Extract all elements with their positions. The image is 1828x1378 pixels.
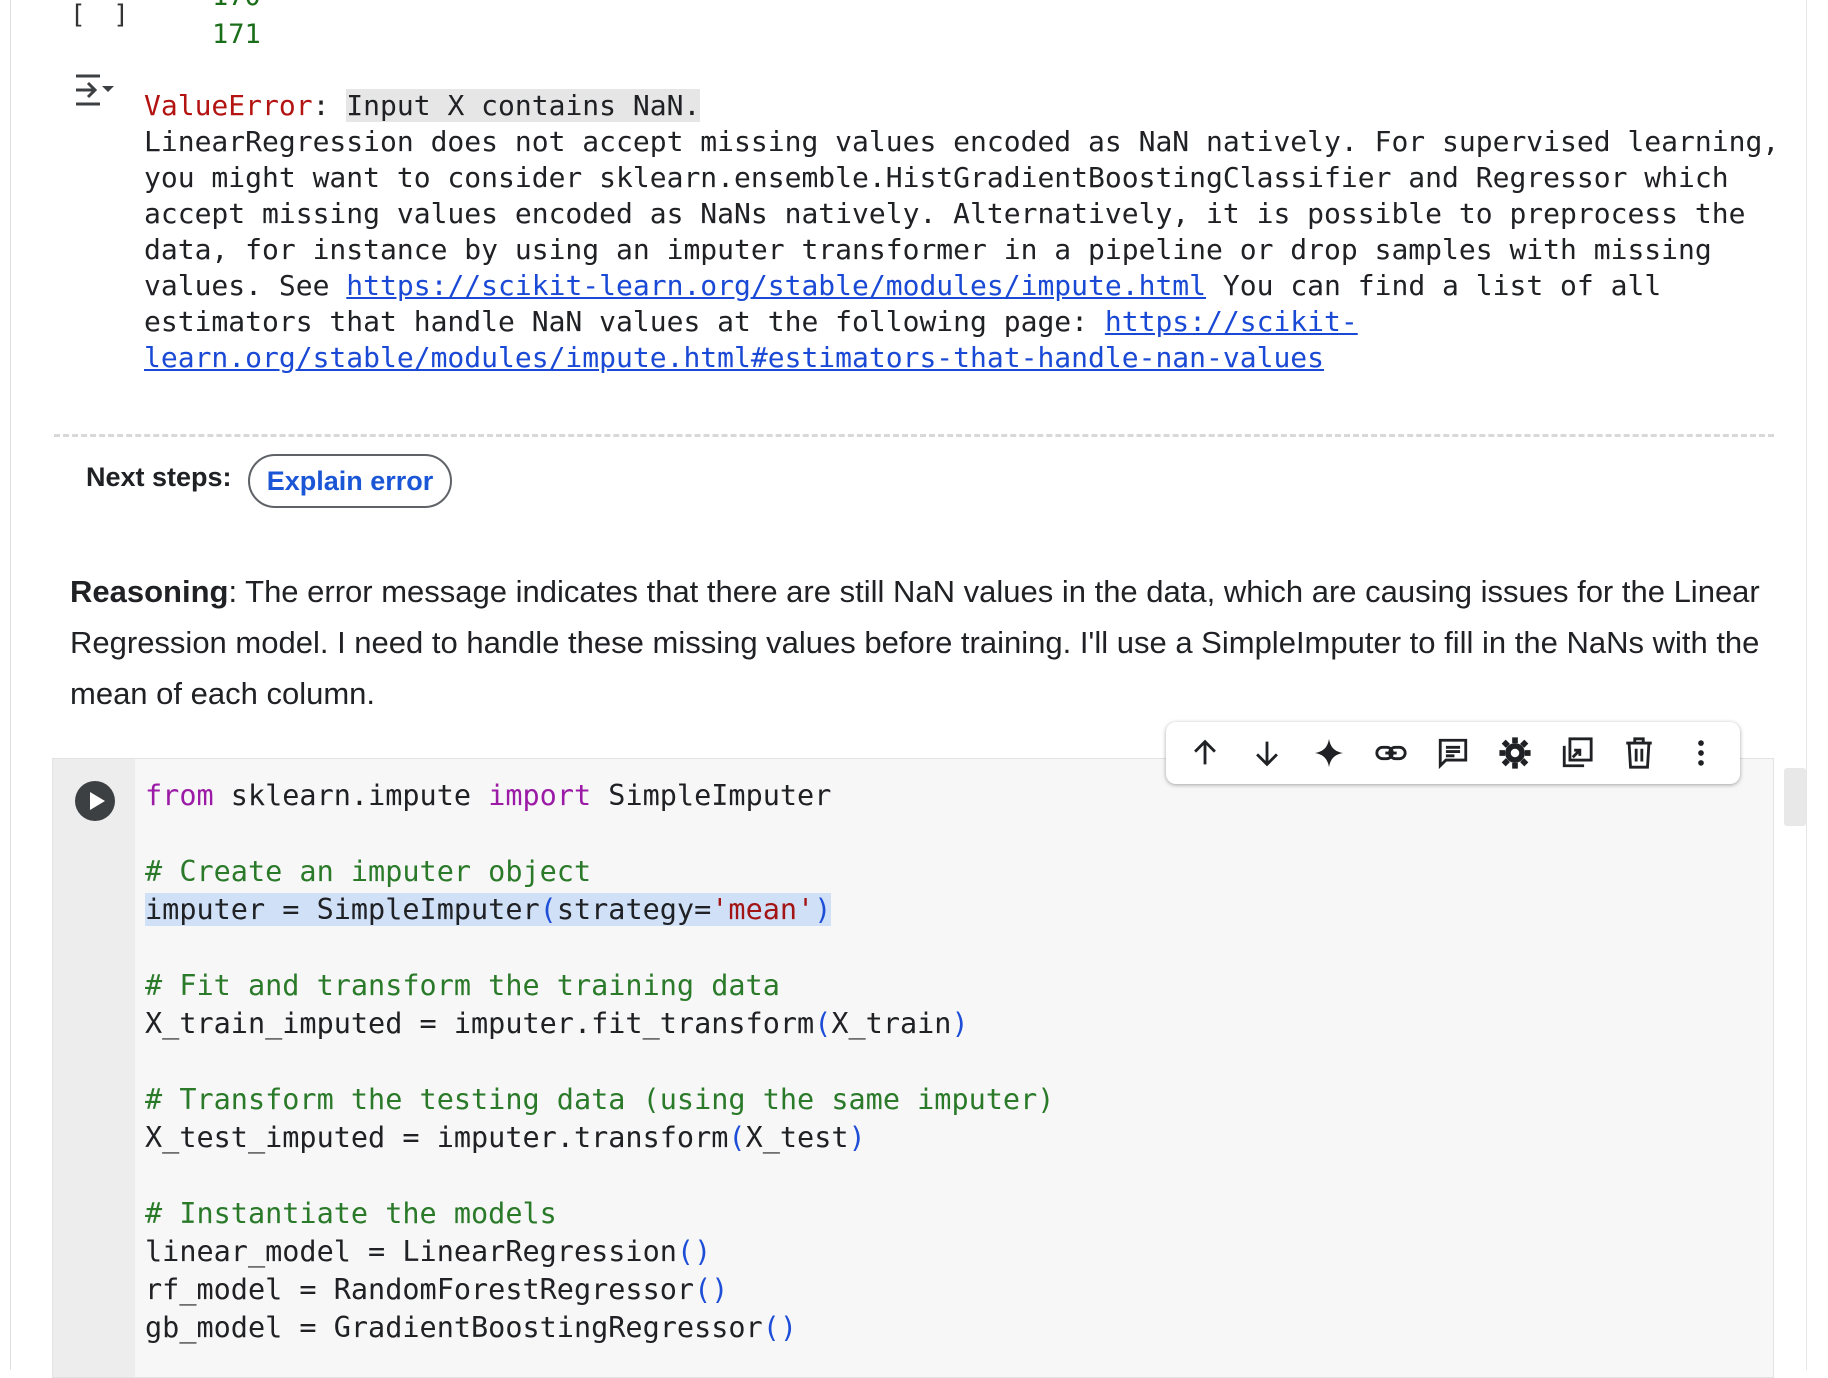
page-left-border	[10, 0, 11, 1370]
reasoning-body: : The error message indicates that there…	[70, 574, 1760, 711]
reasoning-text-cell: Reasoning: The error message indicates t…	[70, 566, 1760, 719]
mirror-cell-icon[interactable]	[1559, 735, 1595, 771]
code-comment: # Instantiate the models	[145, 1197, 557, 1230]
code-comment: # Create an imputer object	[145, 855, 592, 888]
code-editor[interactable]: from sklearn.impute import SimpleImputer…	[145, 777, 1054, 1347]
output-line: 171	[212, 19, 261, 50]
run-cell-button[interactable]	[75, 781, 115, 821]
gear-icon[interactable]	[1497, 735, 1533, 771]
code-line: X_test_imputed = imputer.transform(X_tes…	[145, 1121, 866, 1154]
output-actions-icon[interactable]	[72, 70, 116, 110]
code-line: rf_model = RandomForestRegressor()	[145, 1273, 729, 1306]
previous-cell-output: 170 171	[212, 0, 261, 54]
output-line: 170	[212, 0, 261, 16]
scrollbar-thumb[interactable]	[1784, 768, 1806, 826]
code-line: X_train_imputed = imputer.fit_transform(…	[145, 1007, 969, 1040]
reasoning-label: Reasoning	[70, 574, 229, 609]
gemini-sparkle-icon[interactable]	[1311, 735, 1347, 771]
code-line: linear_model = LinearRegression()	[145, 1235, 712, 1268]
output-divider	[54, 434, 1774, 437]
next-steps-label: Next steps:	[86, 462, 232, 492]
scrollbar-track[interactable]	[1806, 0, 1807, 1370]
code-cell-gutter	[53, 759, 135, 1377]
arrow-up-icon[interactable]	[1187, 735, 1223, 771]
error-message: Input X contains NaN.	[346, 89, 701, 122]
code-line: from sklearn.impute import SimpleImputer	[145, 779, 832, 812]
link-icon[interactable]	[1373, 735, 1409, 771]
code-line: gb_model = GradientBoostingRegressor()	[145, 1311, 798, 1344]
impute-docs-link[interactable]: https://scikit-learn.org/stable/modules/…	[346, 269, 1206, 302]
explain-error-button[interactable]: Explain error	[248, 454, 452, 508]
more-vert-icon[interactable]	[1683, 735, 1719, 771]
previous-cell-execution-count: [ ]	[70, 0, 135, 30]
delete-icon[interactable]	[1621, 735, 1657, 771]
comment-icon[interactable]	[1435, 735, 1471, 771]
error-separator: :	[312, 89, 347, 122]
error-type: ValueError	[144, 89, 313, 122]
arrow-down-icon[interactable]	[1249, 735, 1285, 771]
error-traceback: ValueError: Input X contains NaN. Linear…	[144, 88, 1784, 376]
code-cell[interactable]: from sklearn.impute import SimpleImputer…	[52, 758, 1774, 1378]
code-comment: # Fit and transform the training data	[145, 969, 780, 1002]
code-comment: # Transform the testing data (using the …	[145, 1083, 1055, 1116]
cell-toolbar	[1166, 722, 1740, 784]
code-line-selected: imputer = SimpleImputer(strategy='mean')	[145, 893, 832, 926]
